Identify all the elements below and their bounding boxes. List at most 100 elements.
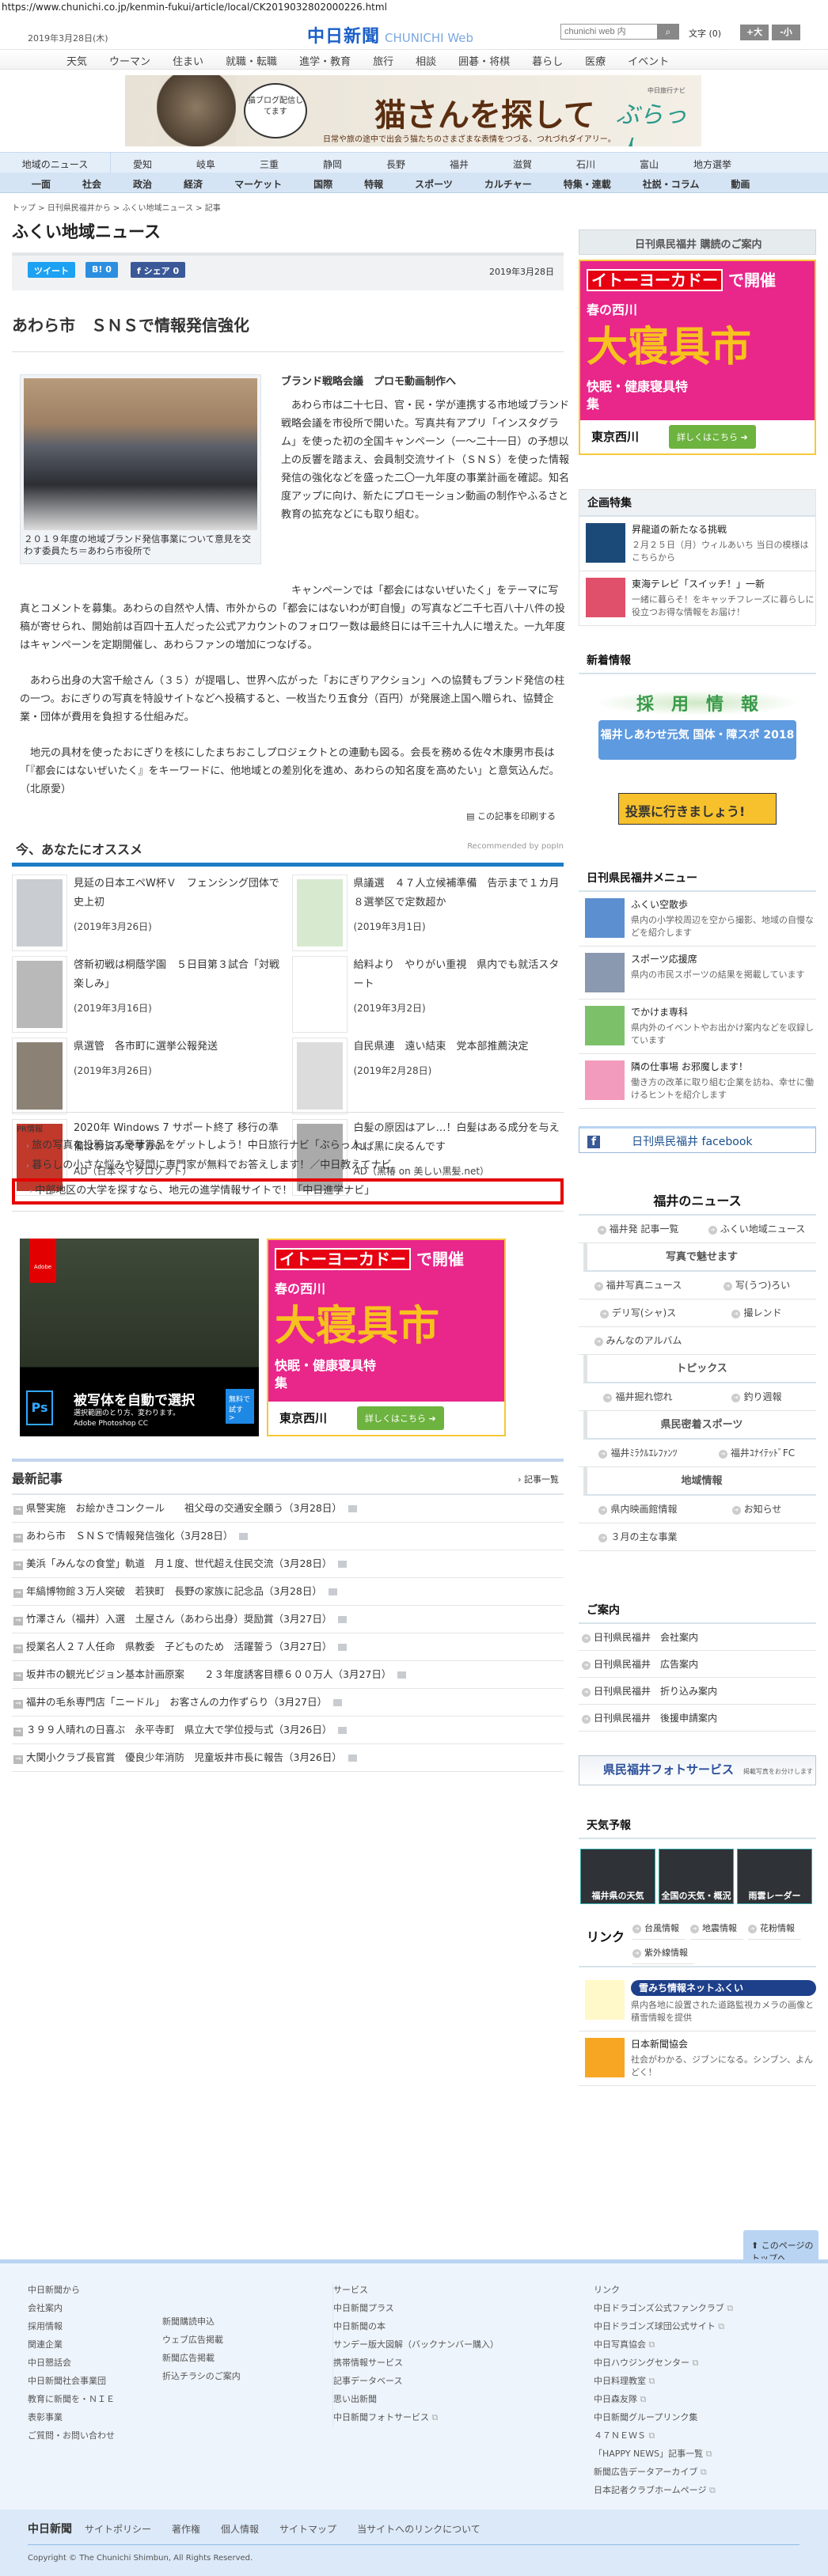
region-nav-item[interactable]: 地方選挙 — [681, 153, 744, 173]
site-logo[interactable]: 中日新聞 CHUNICHI Web — [307, 22, 473, 47]
top-nav-item[interactable]: 医療 — [574, 50, 617, 69]
fukui-link[interactable]: 撮レンド — [697, 1299, 816, 1326]
annai-link[interactable]: 日刊県民福井 会社案内 — [579, 1624, 816, 1651]
pr-item[interactable]: 暮らしの小さな悩みや疑問に専門家が無料でお答えします！／中日教えてナビ — [26, 1159, 564, 1174]
link-item[interactable]: 台風情報 — [632, 1915, 686, 1940]
breadcrumb[interactable]: トップ > 日刊県民福井から > ふくい地域ニュース > 記事 — [12, 201, 564, 213]
region-nav-item[interactable]: 石川 — [554, 153, 617, 173]
weather-tile[interactable]: 福井県の天気 — [580, 1849, 655, 1904]
recommend-item[interactable]: 啓新初戦は桐蔭学園 ５日目第３試合「対戦楽しみ」 (2019年3月16日) — [12, 956, 284, 1033]
banner-ad[interactable]: 猫ブログ配信してます 猫さんを探して 日常や旅の途中で出会う猫たちのさまざまな表… — [125, 75, 701, 146]
footer-link[interactable]: 日本記者クラブホームページ — [594, 2481, 733, 2499]
region-nav-item[interactable]: 滋賀 — [491, 153, 554, 173]
back-to-top-button[interactable]: ⬆ このページのトップへ — [743, 2230, 819, 2263]
latest-article-item[interactable]: 竹澤さん（福井）入選 土屋さん（あわら出身）奨励賞（3月27日） — [12, 1606, 564, 1633]
latest-article-title[interactable]: 大関小クラブ長官賞 優良少年消防 児童坂井市長に報告（3月26日） — [26, 1751, 342, 1763]
hatena-button[interactable]: B! 0 — [85, 262, 118, 278]
category-nav-item[interactable]: 特報 — [364, 173, 383, 192]
annai-link[interactable]: 日刊県民福井 折り込み案内 — [579, 1678, 816, 1705]
category-nav-item[interactable]: 一面 — [32, 173, 51, 192]
footer-link[interactable]: 表彰事業 — [28, 2408, 115, 2426]
footer-link[interactable]: 中日新聞社会事業団 — [28, 2372, 115, 2390]
fukui-link[interactable]: 県内映画館情報 — [579, 1496, 697, 1523]
fukui-link[interactable]: ふくい地域ニュース — [697, 1216, 816, 1242]
fukui-link[interactable]: みんなのアルバム — [579, 1327, 697, 1354]
recommend-item[interactable]: 自民県連 遠い結束 党本部推薦決定 (2019年2月28日) — [291, 1038, 564, 1114]
latest-article-item[interactable]: 福井の毛糸専門店「ニードル」 お客さんの力作ずらり（3月27日） — [12, 1689, 564, 1717]
annai-link[interactable]: 日刊県民福井 後援申請案内 — [579, 1705, 816, 1732]
footer-link[interactable]: 新聞広告掲載 — [162, 2349, 241, 2367]
link-entry[interactable]: 日本新聞協会 社会がわかる、ジブンになる。シンブン、よんどく！ — [579, 2032, 816, 2086]
footer-link[interactable]: ４７ＮＥＷＳ — [594, 2426, 733, 2445]
footer-link[interactable]: 中日料理教室 — [594, 2372, 733, 2390]
latest-more-link[interactable]: › 記事一覧 — [518, 1473, 559, 1485]
footer-link[interactable]: 新聞広告データアーカイブ — [594, 2463, 733, 2481]
print-link[interactable]: ▤ この記事を印刷する — [466, 810, 556, 822]
latest-article-item[interactable]: 年縞博物館３万人突破 若狭町 長野の家族に記念品（3月28日） — [12, 1578, 564, 1606]
link-entry[interactable]: 雪みち情報ネットふくい 県内各地に設置された道路監視カメラの画像と積雪情報を提供 — [579, 1974, 816, 2032]
latest-article-item[interactable]: あわら市 ＳＮＳで情報発信強化（3月28日） — [12, 1523, 564, 1550]
recommend-title[interactable]: 自民県連 遠い結束 党本部推薦決定 — [354, 1038, 529, 1057]
footer-link[interactable]: 中日ドラゴンズ公式ファンクラブ — [594, 2299, 733, 2317]
footer-link[interactable]: 折込チラシのご案内 — [162, 2367, 241, 2385]
footer-link[interactable]: 中日森友隊 — [594, 2390, 733, 2408]
category-nav-item[interactable]: 経済 — [184, 173, 203, 192]
recommend-item[interactable]: 見延の日本エペW杯Ｖ フェンシング団体で史上初 (2019年3月26日) — [12, 874, 284, 951]
recommend-item[interactable]: 県議選 ４７人立候補準備 告示まで１カ月 ８選挙区で定数超か (2019年3月1日… — [291, 874, 570, 951]
subscribe-banner[interactable]: 日刊県民福井 購読のご案内 — [579, 230, 816, 255]
footer-link[interactable]: 新聞購読申込 — [162, 2312, 241, 2331]
recommend-title[interactable]: 給料より やりがい重視 県内でも就活スタート — [354, 956, 564, 994]
weather-tile[interactable]: 全国の天気・概況 — [659, 1849, 734, 1904]
footer-link[interactable]: 記事データベース — [333, 2372, 499, 2390]
category-nav-item[interactable]: 国際 — [313, 173, 332, 192]
photo-service-banner[interactable]: 県民福井フォトサービス 掲載写真をお分けします — [579, 1755, 816, 1785]
yokado-ad[interactable]: イトーヨーカドー で開催 春の西川 大寝具市 快眠・健康寝具特集 東京西川 詳しく… — [267, 1239, 506, 1436]
category-nav-item[interactable]: 社説・コラム — [643, 173, 700, 192]
recommend-title[interactable]: 啓新初戦は桐蔭学園 ５日目第３試合「対戦楽しみ」 — [74, 956, 284, 994]
footer-link[interactable]: 思い出新聞 — [333, 2390, 499, 2408]
top-nav-item[interactable]: 囲碁・将棋 — [447, 50, 521, 69]
region-nav-item[interactable]: 愛知 — [111, 153, 174, 173]
region-nav-item[interactable]: 富山 — [617, 153, 681, 173]
pr-item-highlighted[interactable]: 中部地区の大学を探すなら、地元の進学情報サイトで！「中日進学ナビ」 — [12, 1178, 564, 1205]
vote-banner[interactable]: 投票に行きましょう! — [618, 793, 777, 825]
fukui-link[interactable]: 福井ﾕﾅｲﾃｯﾄﾞFC — [697, 1440, 816, 1466]
category-nav-item[interactable]: スポーツ — [415, 173, 453, 192]
recommend-by[interactable]: Recommended by popIn — [467, 842, 564, 851]
footer-link[interactable]: 中日新聞フォトサービス — [333, 2408, 499, 2426]
top-nav-item[interactable]: 天気 — [55, 50, 98, 69]
saiyo-banner[interactable]: 採 用 情 報 — [594, 690, 800, 715]
recommend-title[interactable]: 県選管 各市町に選挙公報発送 — [74, 1038, 218, 1057]
top-nav-item[interactable]: イベント — [617, 50, 680, 69]
ad-cta[interactable]: 無料で試す > — [226, 1389, 254, 1424]
menu-item[interactable]: ふくい空散歩 県内の小学校周辺を空から撮影、地域の自慢などを紹介します — [579, 892, 816, 947]
footer-link[interactable]: 中日新聞グループリンク集 — [594, 2408, 733, 2426]
recommend-title[interactable]: 県議選 ４７人立候補準備 告示まで１カ月 ８選挙区で定数超か — [354, 874, 570, 912]
top-nav-item[interactable]: 進学・教育 — [288, 50, 362, 69]
footer-bar-link[interactable]: サイトマップ — [279, 2524, 336, 2535]
latest-article-title[interactable]: 県警実施 お絵かきコンクール 祖父母の交通安全願う（3月28日） — [26, 1502, 342, 1514]
category-nav-item[interactable]: 社会 — [82, 173, 101, 192]
footer-link[interactable]: ご質問・お問い合わせ — [28, 2426, 115, 2445]
latest-article-item[interactable]: 大関小クラブ長官賞 優良少年消防 児童坂井市長に報告（3月26日） — [12, 1744, 564, 1772]
adobe-ad[interactable]: Adobe Ps 被写体を自動で選択 選択範囲のとり方、変わります。 Adobe … — [20, 1239, 259, 1436]
latest-article-item[interactable]: ３９９人晴れの日喜ぶ 永平寺町 県立大で学位授与式（3月26日） — [12, 1717, 564, 1744]
latest-article-item[interactable]: 坂井市の観光ビジョン基本計画原案 ２３年度誘客目標６００万人（3月27日） — [12, 1661, 564, 1689]
top-nav-item[interactable]: 暮らし — [521, 50, 574, 69]
latest-article-item[interactable]: 県警実施 お絵かきコンクール 祖父母の交通安全願う（3月28日） — [12, 1495, 564, 1523]
latest-article-title[interactable]: 竹澤さん（福井）入選 土屋さん（あわら出身）奨励賞（3月27日） — [26, 1613, 332, 1625]
menu-item[interactable]: スポーツ応援席 県内の市民スポーツの結果を掲載しています — [579, 947, 816, 1000]
footer-link[interactable]: 中日ドラゴンズ球団公式サイト — [594, 2317, 733, 2335]
kokutai-banner[interactable]: 福井しあわせ元気 国体・障スポ 2018 — [598, 720, 796, 760]
top-nav-item[interactable]: 相談 — [405, 50, 447, 69]
footer-link[interactable]: 中日新聞プラス — [333, 2299, 499, 2317]
top-nav-item[interactable]: ウーマン — [98, 50, 161, 69]
footer-link[interactable]: 中日懇話会 — [28, 2354, 115, 2372]
menu-item[interactable]: でかけま専科 県内外のイベントやお出かけ案内などを収録しています — [579, 1000, 816, 1054]
latest-article-title[interactable]: 美浜「みんなの食堂」軌道 月１度、世代超え住民交流（3月28日） — [26, 1557, 332, 1569]
footer-link[interactable]: サンデー版大図解（バックナンバー購入） — [333, 2335, 499, 2354]
top-nav-item[interactable]: 住まい — [161, 50, 215, 69]
region-nav-item[interactable]: 三重 — [237, 153, 301, 173]
region-nav-item[interactable]: 福井 — [427, 153, 491, 173]
footer-link[interactable]: 関連企業 — [28, 2335, 115, 2354]
